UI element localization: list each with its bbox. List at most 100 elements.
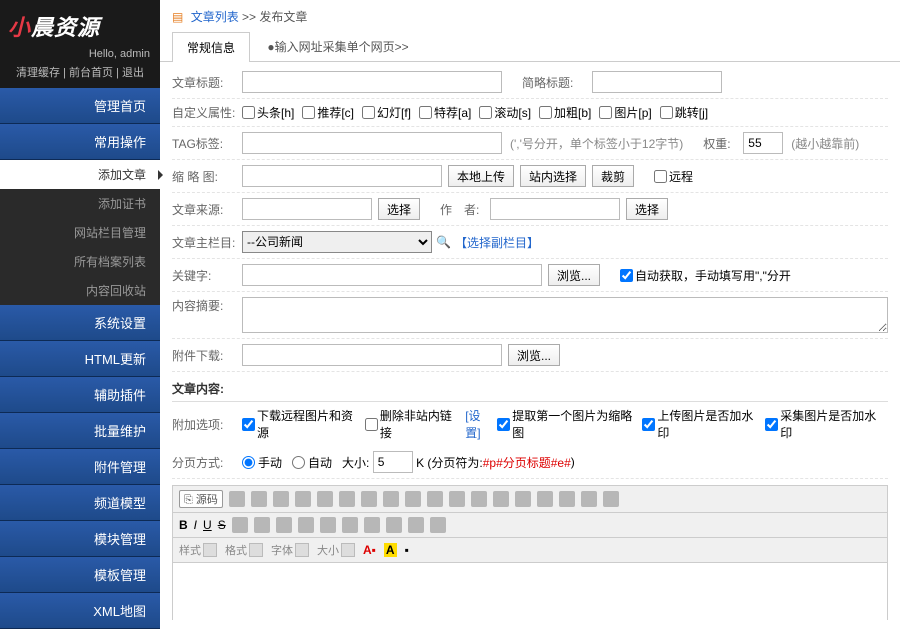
nav-tpl[interactable]: 模板管理 [0,557,160,593]
nav-sub-columns[interactable]: 网站栏目管理 [0,218,160,247]
link-opt-set[interactable]: [设置] [465,407,494,441]
chk-auto-kw[interactable] [620,269,633,282]
btn-crop[interactable]: 裁剪 [592,165,634,187]
nav-home[interactable]: 管理首页 [0,88,160,124]
ed-strike-icon[interactable]: S [218,518,226,532]
ed-maximize-icon[interactable] [603,491,619,507]
nav-sub-add-article[interactable]: 添加文章 [0,160,160,189]
btn-browse-kw[interactable]: 浏览... [548,264,600,286]
chk-dl-remote[interactable] [242,418,255,431]
radio-auto[interactable] [292,456,305,469]
ed-bgcolor-icon[interactable]: A [384,543,397,557]
input-thumb[interactable] [242,165,442,187]
ed-textcolor-icon[interactable]: A▪ [363,543,376,557]
chk-attr-a[interactable] [419,106,432,119]
btn-upload-local[interactable]: 本地上传 [448,165,514,187]
ed-ol-icon[interactable] [232,517,248,533]
ed-super-icon[interactable] [408,517,424,533]
magnify-icon[interactable]: 🔍 [436,235,451,249]
btn-sel-author[interactable]: 选择 [626,198,668,220]
input-author[interactable] [490,198,620,220]
chk-del-extlink[interactable] [365,418,378,431]
btn-browse-attach[interactable]: 浏览... [508,344,560,366]
nav-attach[interactable]: 附件管理 [0,449,160,485]
link-logout[interactable]: 退出 [122,67,144,79]
input-short-title[interactable] [592,71,722,93]
link-sub-column[interactable]: 【选择副栏目】 [455,234,539,251]
input-attach[interactable] [242,344,502,366]
ed-align-center-icon[interactable] [342,517,358,533]
input-weight[interactable] [743,132,783,154]
link-frontend[interactable]: 前台首页 [69,67,113,79]
tab-url-collect[interactable]: ●输入网址采集单个网页>> [257,32,418,61]
chk-attr-h[interactable] [242,106,255,119]
input-tag[interactable] [242,132,502,154]
editor-body[interactable] [173,563,887,620]
ed-cut-icon[interactable] [273,491,289,507]
ed-italic-icon[interactable]: I [194,518,197,532]
ed-redo-icon[interactable] [405,491,421,507]
nav-module[interactable]: 模块管理 [0,521,160,557]
ed-align-right-icon[interactable] [364,517,380,533]
textarea-desc[interactable] [242,297,888,333]
ed-replace-icon[interactable] [449,491,465,507]
chk-upload-wm[interactable] [642,418,655,431]
ed-undo-icon[interactable] [383,491,399,507]
ed-ul-icon[interactable] [254,517,270,533]
chk-attr-c[interactable] [302,106,315,119]
tab-general[interactable]: 常规信息 [172,32,250,62]
ed-flash-icon[interactable] [493,491,509,507]
ed-sub-icon[interactable] [430,517,446,533]
ed-bold-icon[interactable]: B [179,518,188,532]
chk-attr-f[interactable] [362,106,375,119]
ed-font-select[interactable]: 字体 [271,542,309,558]
chk-attr-b[interactable] [539,106,552,119]
crumb-list[interactable]: 文章列表 [191,10,239,24]
nav-sys[interactable]: 系统设置 [0,305,160,341]
nav-sub-archives[interactable]: 所有档案列表 [0,247,160,276]
nav-channel[interactable]: 频道模型 [0,485,160,521]
chk-attr-p[interactable] [599,106,612,119]
input-source[interactable] [242,198,372,220]
chk-attr-s[interactable] [479,106,492,119]
input-page-size[interactable] [373,451,413,473]
nav-html[interactable]: HTML更新 [0,341,160,377]
ed-find-icon[interactable] [427,491,443,507]
ed-size-select[interactable]: 大小 [317,542,355,558]
radio-manual[interactable] [242,456,255,469]
ed-outdent-icon[interactable] [276,517,292,533]
ed-unlink-icon[interactable] [581,491,597,507]
ed-link-icon[interactable] [559,491,575,507]
btn-site-select[interactable]: 站内选择 [520,165,586,187]
nav-plugin[interactable]: 辅助插件 [0,377,160,413]
ed-pastetext-icon[interactable] [339,491,355,507]
chk-first-thumb[interactable] [497,418,510,431]
chk-collect-wm[interactable] [765,418,778,431]
btn-source[interactable]: ⎘ 源码 [179,490,223,508]
ed-preview-icon[interactable] [251,491,267,507]
link-clear-cache[interactable]: 清理缓存 [16,67,60,79]
ed-newpage-icon[interactable] [229,491,245,507]
chk-attr-j[interactable] [660,106,673,119]
ed-pasteword-icon[interactable] [361,491,377,507]
ed-attach-icon[interactable] [515,491,531,507]
select-column[interactable]: --公司新闻 [242,231,432,253]
ed-align-justify-icon[interactable] [386,517,402,533]
ed-style-select[interactable]: 样式 [179,542,217,558]
ed-underline-icon[interactable]: U [203,518,212,532]
ed-paste-icon[interactable] [317,491,333,507]
nav-sub-add-cert[interactable]: 添加证书 [0,189,160,218]
ed-align-left-icon[interactable] [320,517,336,533]
ed-indent-icon[interactable] [298,517,314,533]
btn-sel-source[interactable]: 选择 [378,198,420,220]
nav-batch[interactable]: 批量维护 [0,413,160,449]
ed-copy-icon[interactable] [295,491,311,507]
input-keywords[interactable] [242,264,542,286]
ed-image-icon[interactable] [471,491,487,507]
chk-remote[interactable] [654,170,667,183]
nav-sub-recycle[interactable]: 内容回收站 [0,276,160,305]
nav-xml[interactable]: XML地图 [0,593,160,629]
ed-format-select[interactable]: 格式 [225,542,263,558]
nav-common[interactable]: 常用操作 [0,124,160,160]
input-title[interactable] [242,71,502,93]
